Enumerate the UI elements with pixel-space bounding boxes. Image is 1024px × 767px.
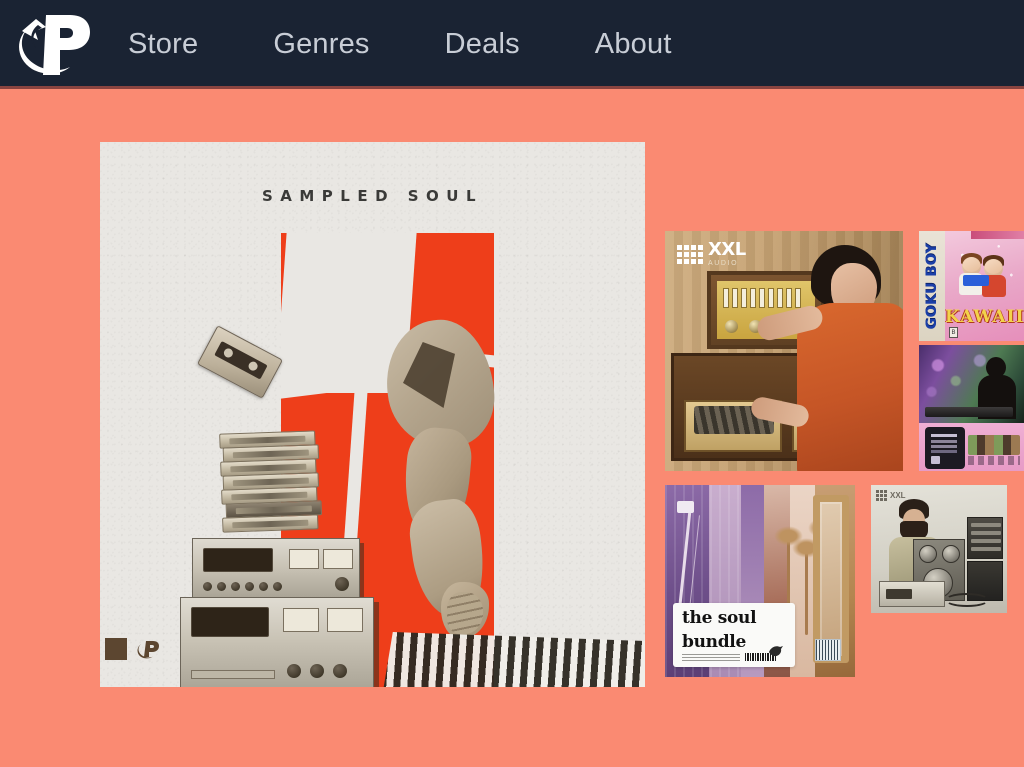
main-navigation: Store Genres Deals About	[128, 30, 672, 59]
receiver-knobs	[203, 582, 282, 591]
page-body: SAMPLED SOUL XXL AUDIO KAWAII B GOKU BOY…	[0, 89, 1024, 767]
card-text-lines	[931, 434, 957, 437]
gallery-item-home-studio[interactable]: XXL	[871, 485, 1007, 613]
soul-bundle-label: the soul bundle	[673, 603, 795, 667]
receiver-window	[203, 548, 273, 572]
goku-spine-label: GOKU BOY	[924, 242, 940, 330]
tape-deck	[879, 581, 945, 607]
cassette-stack	[219, 430, 323, 541]
xxl-audio-logo: XXL AUDIO	[677, 241, 746, 267]
swoosh-p-logo-icon	[19, 14, 90, 75]
watermark-grid-icon	[876, 490, 887, 501]
goku-rating-badge: B	[949, 327, 958, 338]
swoosh-p-mark-icon	[137, 641, 159, 659]
filmstrip-thumbnails	[968, 435, 1020, 455]
rack-gear	[967, 517, 1003, 559]
nav-item-deals[interactable]: Deals	[445, 30, 562, 59]
gallery-item-goku-boy[interactable]: KAWAII B GOKU BOY	[919, 231, 1024, 341]
handheld-console-icon	[963, 275, 989, 286]
xxl-model-figure	[749, 245, 903, 471]
vintage-receiver	[192, 538, 360, 600]
bundle-title-line-1: the soul	[682, 608, 757, 628]
gallery-item-soul-bundle[interactable]: the soul bundle	[665, 485, 855, 677]
deck-window	[191, 607, 269, 637]
nav-item-about[interactable]: About	[595, 30, 672, 59]
nav-item-store[interactable]: Store	[128, 30, 240, 59]
synth-info-card	[925, 427, 965, 469]
goku-game-title: KAWAII	[945, 307, 1024, 327]
striped-rug	[376, 632, 645, 687]
synth-lower-panel	[919, 423, 1024, 471]
cassette-in-hand	[197, 325, 283, 399]
xxl-wordmark: XXL AUDIO	[708, 239, 746, 268]
deck-meter	[283, 608, 319, 632]
palm-tree	[792, 538, 821, 635]
goku-box-front: KAWAII B	[945, 231, 1024, 341]
featured-album-card[interactable]: SAMPLED SOUL	[100, 142, 645, 687]
receiver-meter	[289, 549, 319, 569]
sculpted-figure	[365, 314, 503, 650]
brand-logo[interactable]	[0, 0, 110, 89]
deck-knobs	[287, 664, 347, 678]
card-icon	[931, 456, 940, 464]
goku-spine: GOKU BOY	[919, 231, 945, 341]
keyboard-silhouette	[925, 407, 1013, 417]
xxl-brand: XXL	[708, 239, 746, 260]
xxl-grid-icon	[677, 244, 703, 264]
deck-slider	[191, 670, 275, 679]
album-title: SAMPLED SOUL	[261, 187, 484, 205]
receiver-meter	[323, 549, 353, 569]
album-footer-mark	[105, 638, 161, 660]
speaker-driver	[919, 545, 937, 563]
label-fine-print	[682, 653, 740, 661]
figure-fingers	[447, 592, 483, 634]
gallery-item-xxl-audio[interactable]: XXL AUDIO	[665, 231, 903, 471]
site-header: Store Genres Deals About	[0, 0, 1024, 89]
gilded-frame	[813, 495, 849, 663]
white-tag	[677, 501, 694, 513]
synth-photo	[919, 345, 1024, 423]
gallery-item-synth-session[interactable]	[919, 345, 1024, 471]
xxl-brand-sub: AUDIO	[708, 260, 739, 267]
bird-icon	[769, 646, 783, 657]
speaker-driver	[942, 545, 960, 563]
receiver-dial	[335, 577, 349, 591]
deck-meter	[327, 608, 363, 632]
cassette-item	[222, 514, 319, 533]
nav-item-genres[interactable]: Genres	[273, 30, 411, 59]
barcode-sticker	[815, 639, 841, 661]
caption-lines	[968, 456, 1020, 465]
vintage-cassette-deck	[180, 597, 374, 687]
mark-square	[105, 638, 127, 660]
coiled-cable	[945, 593, 989, 607]
